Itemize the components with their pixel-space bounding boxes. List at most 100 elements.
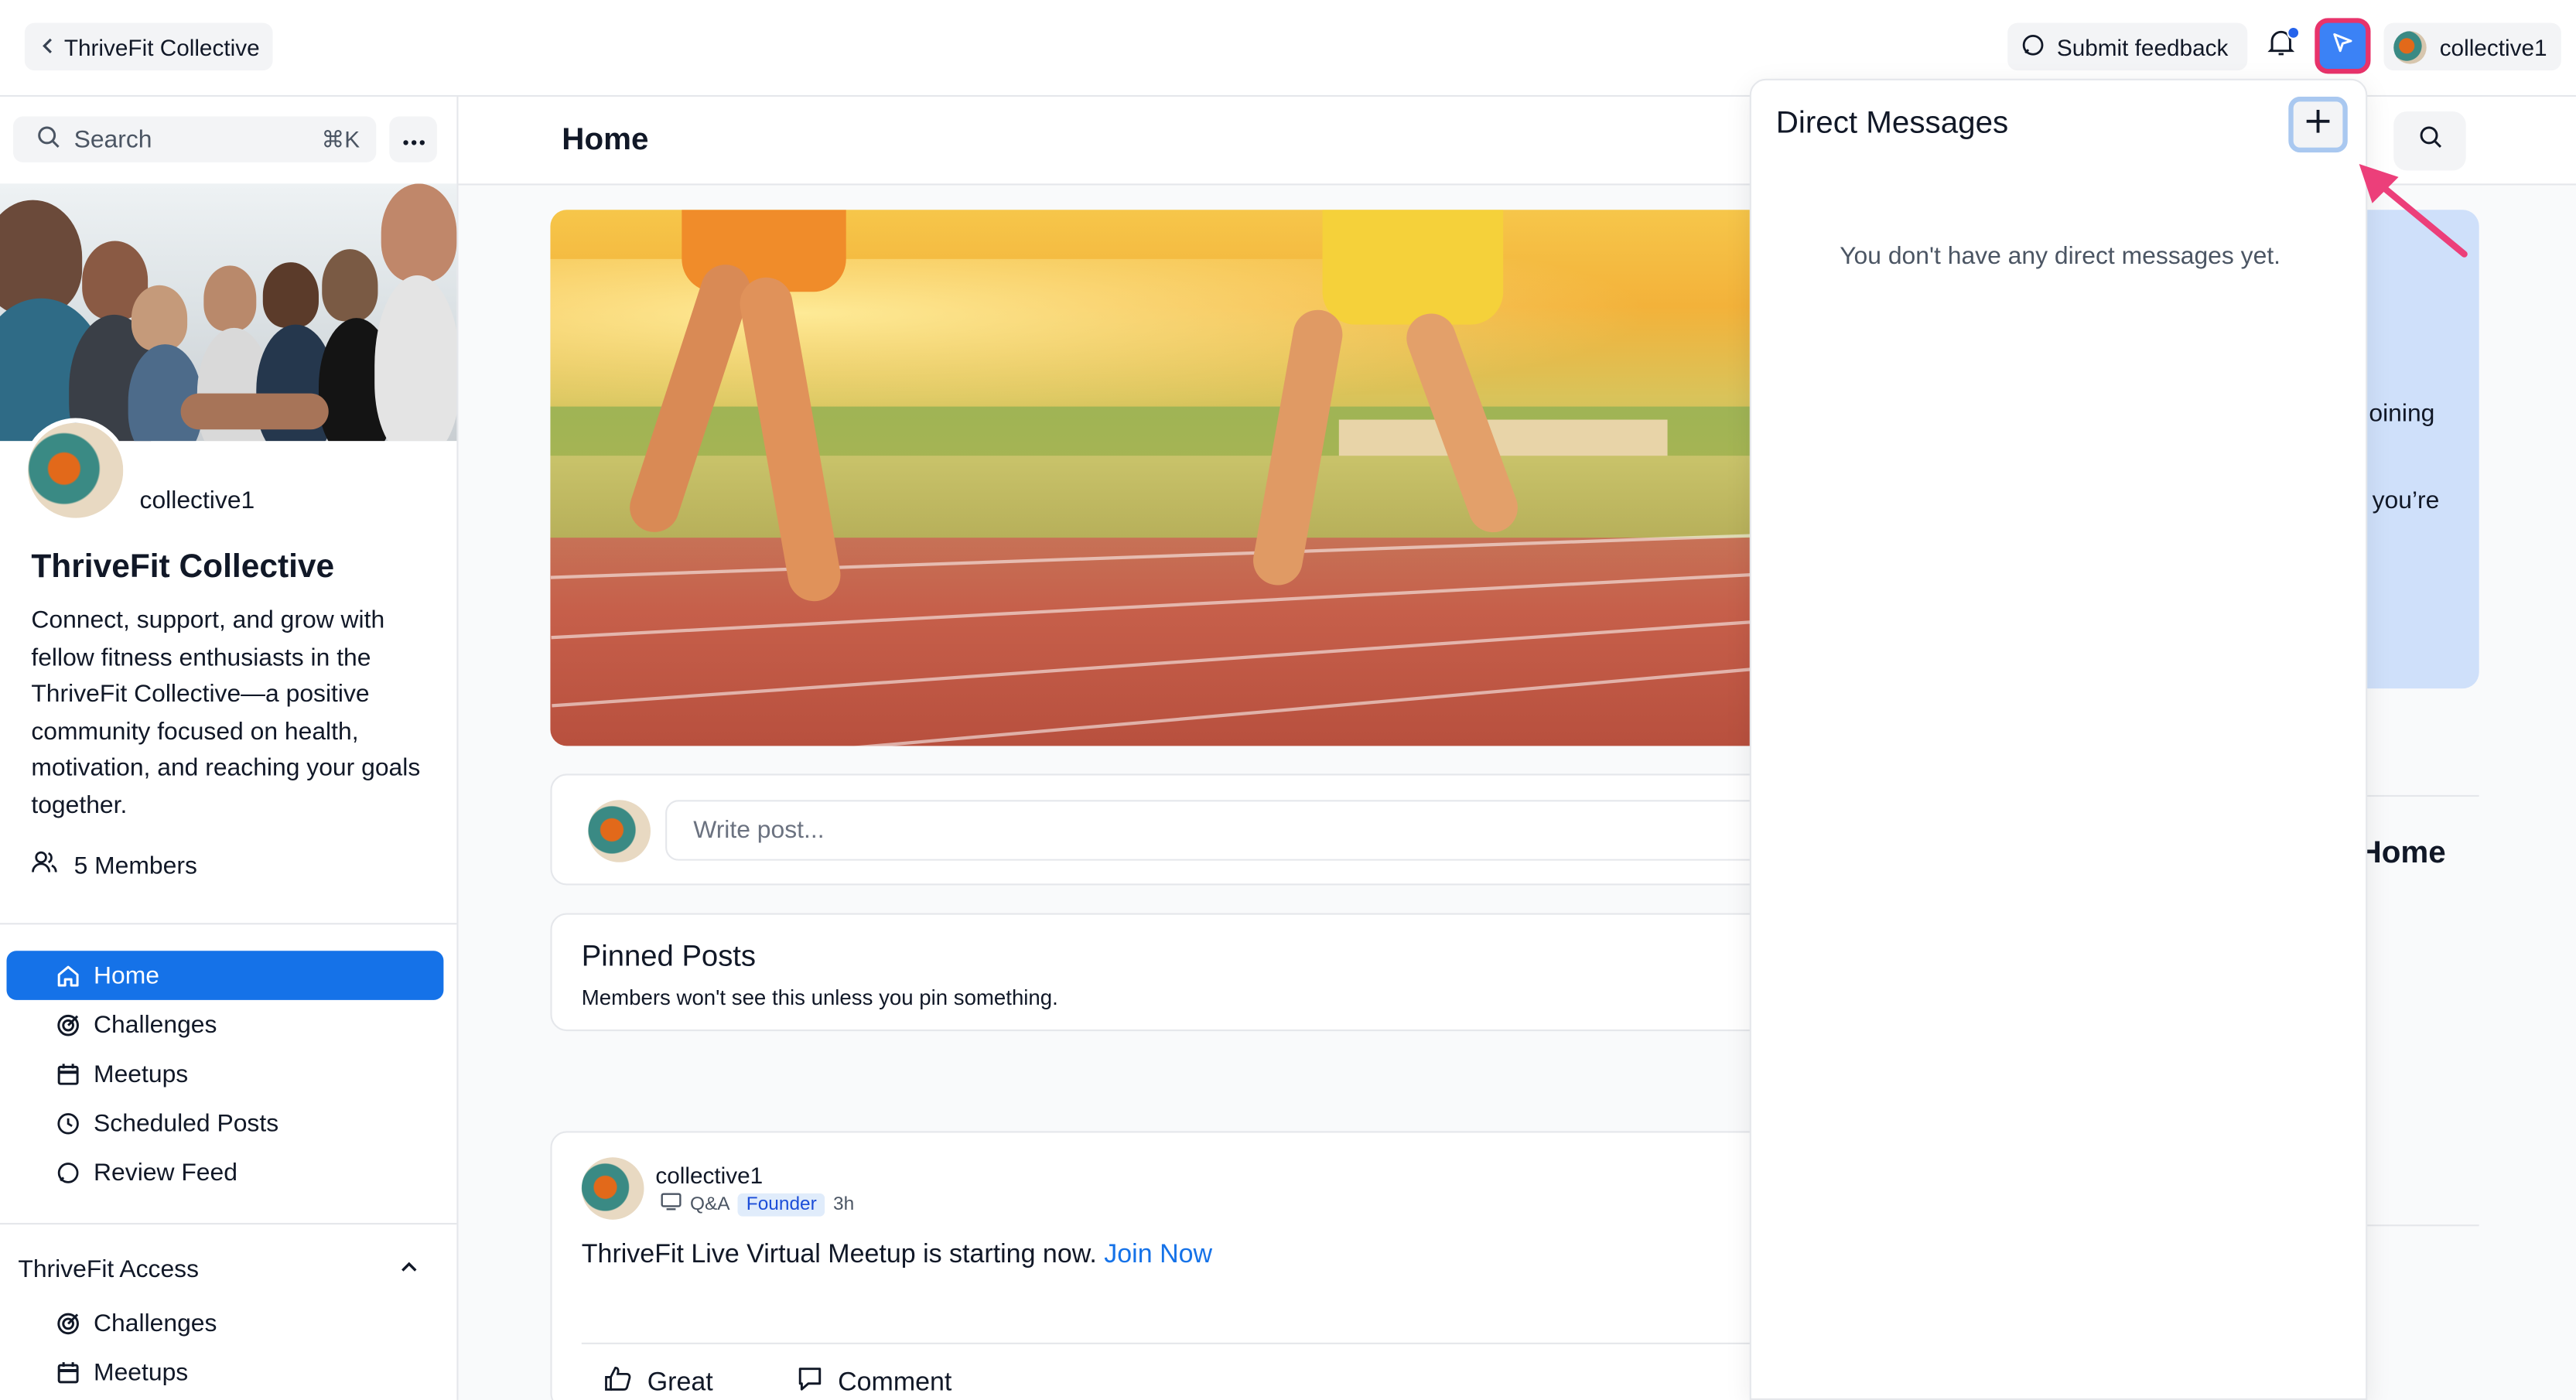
chevron-left-icon — [38, 33, 57, 60]
users-icon — [31, 851, 57, 880]
sidebar-item-scheduled-posts[interactable]: Scheduled Posts — [6, 1098, 443, 1148]
post-card: collective1 Q&A Founder 3h ThriveFit Liv… — [550, 1131, 1799, 1400]
comment-button[interactable]: Comment — [797, 1365, 951, 1400]
post-time: 3h — [833, 1193, 855, 1214]
monitor-icon — [661, 1192, 682, 1217]
back-button-label: ThriveFit Collective — [63, 33, 260, 60]
group-item-label: Challenges — [94, 1309, 217, 1337]
sidebar-item-label: Home — [94, 961, 160, 990]
sidebar-item-review-feed[interactable]: Review Feed — [6, 1148, 443, 1197]
thumbs-up-icon — [605, 1365, 633, 1400]
group-item-meetups[interactable]: Meetups — [6, 1347, 443, 1397]
post-meta: Q&A Founder 3h — [661, 1192, 854, 1217]
plus-icon — [2303, 106, 2332, 144]
sidebar-divider — [0, 1223, 457, 1225]
ellipsis-icon — [401, 125, 425, 154]
search-placeholder: Search — [73, 125, 152, 154]
search-input[interactable]: Search ⌘K — [12, 116, 377, 162]
track-line — [552, 616, 1798, 708]
community-avatar — [22, 418, 128, 524]
target-icon — [56, 1310, 80, 1335]
back-button[interactable]: ThriveFit Collective — [24, 22, 273, 71]
avatar — [581, 1157, 644, 1220]
notification-dot — [2287, 26, 2301, 39]
track-line — [550, 532, 1799, 579]
post-divider — [581, 1342, 1765, 1344]
user-menu-button[interactable]: collective1 — [2383, 22, 2561, 71]
post-author[interactable]: collective1 — [655, 1163, 763, 1189]
avatar — [2393, 30, 2427, 63]
great-button[interactable]: Great — [605, 1365, 713, 1400]
founder-badge: Founder — [738, 1192, 825, 1216]
community-banner-image — [550, 210, 1799, 746]
cover-person — [262, 262, 319, 328]
group-nav: Challenges Meetups — [6, 1299, 443, 1397]
post-body: ThriveFit Live Virtual Meetup is startin… — [582, 1241, 1212, 1270]
cover-person — [0, 200, 83, 315]
chat-icon — [56, 1159, 80, 1184]
runner-shorts — [1322, 210, 1504, 325]
cover-hands — [180, 393, 329, 430]
group-header-thrivefit-access[interactable]: ThriveFit Access — [18, 1255, 419, 1283]
home-icon — [56, 963, 80, 988]
send-arrow-icon — [2332, 30, 2355, 61]
annotation-arrow-icon — [2359, 163, 2468, 258]
sidebar-nav: Home Challenges Meetups Scheduled Posts — [6, 951, 444, 1197]
sidebar-item-label: Review Feed — [94, 1158, 237, 1187]
post-text: ThriveFit Live Virtual Meetup is startin… — [581, 1241, 1097, 1269]
direct-messages-button[interactable] — [2315, 18, 2371, 74]
submit-feedback-button[interactable]: Submit feedback — [2007, 22, 2248, 71]
chat-bubble-icon — [2021, 32, 2045, 61]
pinned-posts-title: Pinned Posts — [581, 939, 757, 972]
calendar-icon — [56, 1061, 80, 1086]
sidebar: Search ⌘K collective1 ThriveFit Collecti… — [0, 97, 459, 1400]
members-link[interactable]: 5 Members — [31, 851, 197, 880]
app-window: ThriveFit Collective Submit feedback col… — [0, 0, 2576, 1400]
sidebar-item-label: Meetups — [94, 1060, 189, 1088]
comment-label: Comment — [838, 1368, 952, 1396]
page-title: Home — [562, 122, 649, 158]
sidebar-item-home[interactable]: Home — [6, 951, 444, 1000]
avatar — [588, 800, 651, 862]
sidebar-divider — [0, 923, 457, 925]
cover-person — [131, 285, 188, 351]
track-line — [552, 664, 1797, 746]
user-name: collective1 — [2439, 33, 2547, 60]
search-shortcut: ⌘K — [321, 125, 360, 152]
direct-messages-title: Direct Messages — [1775, 106, 2009, 142]
right-section-title: Home — [2359, 835, 2446, 871]
great-label: Great — [647, 1368, 713, 1396]
sidebar-item-meetups[interactable]: Meetups — [6, 1049, 443, 1098]
search-icon — [36, 124, 61, 155]
cover-person — [381, 183, 457, 282]
cover-person — [203, 265, 257, 332]
group-item-challenges[interactable]: Challenges — [6, 1299, 443, 1348]
new-message-button[interactable] — [2288, 97, 2348, 153]
chevron-up-icon — [399, 1255, 419, 1283]
submit-feedback-label: Submit feedback — [2056, 33, 2229, 60]
community-description: Connect, support, and grow with fellow f… — [31, 606, 421, 820]
welcome-text-fragment: oining — [2369, 400, 2435, 429]
calendar-icon — [56, 1360, 80, 1385]
sidebar-item-label: Challenges — [94, 1010, 217, 1039]
sidebar-item-challenges[interactable]: Challenges — [6, 1000, 443, 1050]
group-item-label: Meetups — [94, 1357, 189, 1386]
cover-person — [322, 249, 378, 322]
community-title: ThriveFit Collective — [31, 548, 335, 586]
target-icon — [56, 1012, 80, 1037]
write-post-input[interactable]: Write post... — [665, 800, 1816, 861]
group-title: ThriveFit Access — [18, 1255, 200, 1284]
write-post-card: Write post... — [550, 773, 1816, 886]
community-cover-image — [0, 183, 457, 442]
pinned-posts-subtitle: Members won't see this unless you pin so… — [581, 985, 1058, 1010]
post-category[interactable]: Q&A — [690, 1194, 730, 1214]
more-options-button[interactable] — [389, 116, 437, 162]
notifications-button[interactable] — [2257, 23, 2303, 70]
empty-state-text: You don't have any direct messages yet. — [1840, 242, 2281, 271]
pinned-posts-card: Pinned Posts Members won't see this unle… — [550, 913, 1799, 1032]
community-handle: collective1 — [139, 487, 255, 515]
track-line — [551, 570, 1799, 640]
direct-messages-panel: Direct Messages You don't have any direc… — [1749, 78, 2368, 1400]
sidebar-item-label: Scheduled Posts — [94, 1108, 279, 1137]
join-now-link[interactable]: Join Now — [1104, 1241, 1212, 1269]
